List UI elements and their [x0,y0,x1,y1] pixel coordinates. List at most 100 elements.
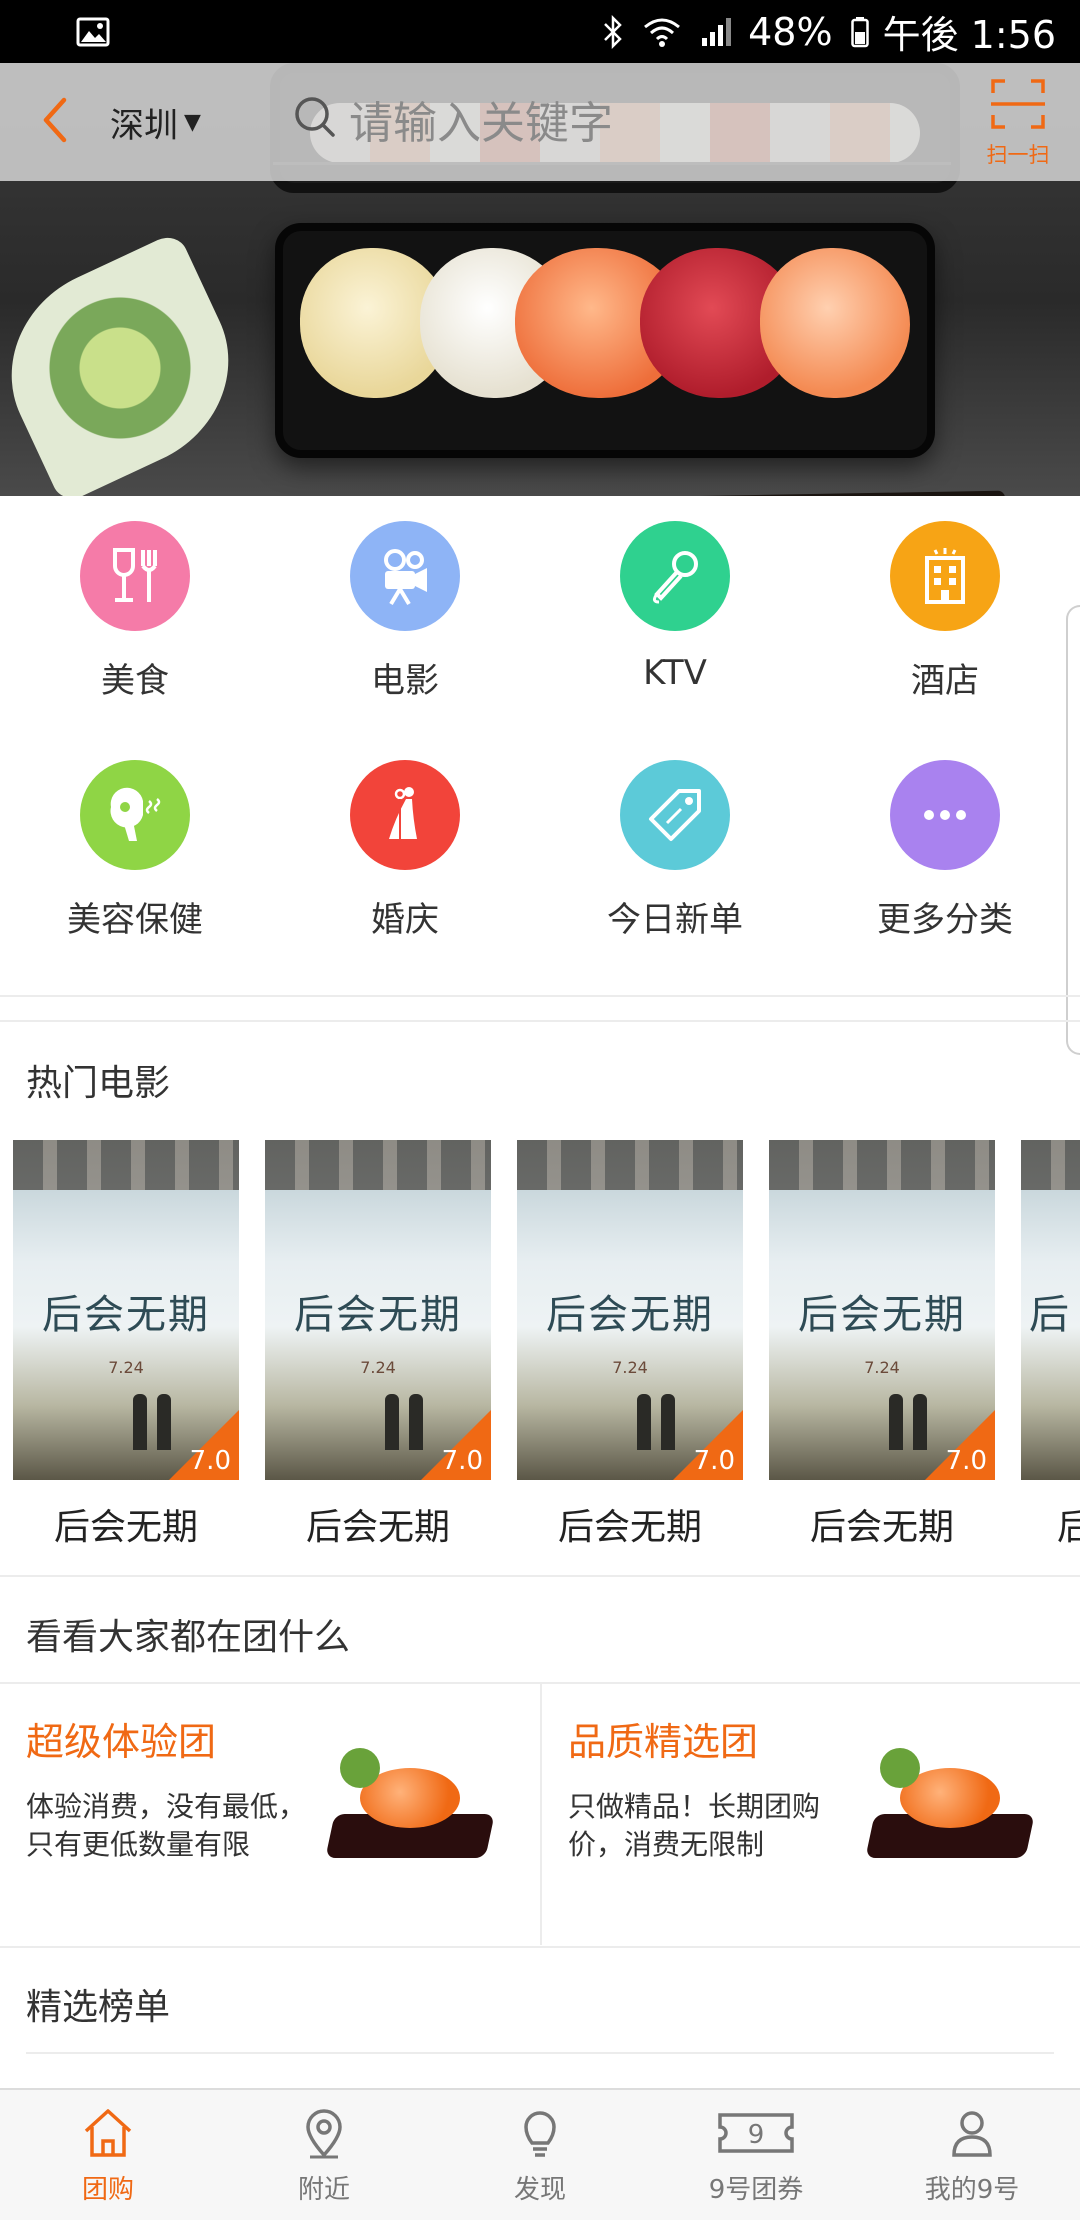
category-more[interactable]: 更多分类 [810,760,1080,941]
movie-card[interactable]: 后会无期 7.24 7.0 后会无期 [769,1140,995,1550]
battery-icon [850,16,869,48]
poster-date: 7.24 [864,1358,900,1377]
hair-dryer-icon [80,760,190,870]
sashimi-image [865,1748,1035,1858]
top-header: 深圳 ▼ 请输入关键字 扫一扫 [0,63,1080,181]
nav-label: 附近 [297,2174,350,2205]
nav-label: 发现 [513,2174,566,2205]
poster-date: 7.24 [108,1358,144,1377]
scan-icon [989,77,1047,135]
divider [26,2052,1054,2054]
caret-down-icon: ▼ [184,109,201,135]
movie-poster: 后 [1021,1140,1080,1480]
poster-title: 后会无期 [798,1292,966,1338]
clock: 午後 1:56 [882,13,1056,57]
movie-score: 7.0 [189,1446,231,1476]
city-label: 深圳 [110,105,178,146]
film-camera-icon [350,521,460,631]
category-label: KTV [643,653,707,693]
category-food[interactable]: 美食 [0,521,270,702]
poster-title: 后 [1029,1292,1071,1338]
side-drawer-handle[interactable] [1066,605,1080,1055]
movie-name: 后会无期 [305,1507,450,1548]
home-icon [80,2105,136,2165]
category-label: 婚庆 [371,900,439,940]
nav-label: 团购 [81,2174,134,2205]
movie-card[interactable]: 后 后 [1021,1140,1080,1550]
divider [0,1946,1080,1948]
category-wedding[interactable]: 婚庆 [270,760,540,941]
category-beauty[interactable]: 美容保健 [0,760,270,941]
scan-label: 扫一扫 [986,143,1050,167]
banner-image-wasabi [0,230,262,496]
wine-fork-icon [80,521,190,631]
ticket-9-icon: 9 [716,2105,796,2165]
movie-carousel[interactable]: 后会无期 7.24 7.0 后会无期 后会无期 7.24 7.0 后会无期 后会… [0,1140,1080,1560]
poster-date: 7.24 [360,1358,396,1377]
city-selector[interactable]: 深圳 ▼ [110,63,215,181]
wifi-icon [642,16,682,48]
category-movie[interactable]: 电影 [270,521,540,702]
category-ktv[interactable]: KTV [540,521,810,693]
group-cards: 超级体验团 体验消费，没有最低，只有更低数量有限 品质精选团 只做精品！长期团购… [0,1683,1080,1945]
search-input[interactable]: 请输入关键字 [273,75,951,165]
group-card-desc: 体验消费，没有最低，只有更低数量有限 [26,1790,307,1861]
category-label: 今日新单 [607,900,743,940]
nav-label: 9号团券 [708,2174,804,2205]
lightbulb-icon [512,2105,568,2165]
movie-card[interactable]: 后会无期 7.24 7.0 后会无期 [13,1140,239,1550]
search-placeholder: 请输入关键字 [349,97,613,149]
poster-title: 后会无期 [546,1292,714,1338]
more-dots-icon [890,760,1000,870]
nav-tuangou[interactable]: 团购 [0,2090,216,2220]
category-label: 酒店 [911,661,979,701]
poster-title: 后会无期 [42,1292,210,1338]
group-section-title: 看看大家都在团什么 [26,1617,351,1658]
hotel-building-icon [890,521,1000,631]
nav-label: 我的9号 [924,2174,1020,2205]
movie-poster: 后会无期 7.24 7.0 [517,1140,743,1480]
microphone-icon [620,521,730,631]
category-label: 电影 [371,661,439,701]
chevron-left-icon [40,96,70,148]
gallery-icon [76,17,110,47]
user-icon [944,2105,1000,2165]
wedding-couple-icon [350,760,460,870]
nav-nearby[interactable]: 附近 [216,2090,432,2220]
movie-poster: 后会无期 7.24 7.0 [769,1140,995,1480]
movie-card[interactable]: 后会无期 7.24 7.0 后会无期 [265,1140,491,1550]
divider [0,995,1080,997]
movie-name: 后会无期 [53,1507,198,1548]
movie-poster: 后会无期 7.24 7.0 [265,1140,491,1480]
back-button[interactable] [0,63,110,181]
nav-coupons[interactable]: 9 9号团券 [648,2090,864,2220]
location-pin-icon [296,2105,352,2165]
group-card-quality[interactable]: 品质精选团 只做精品！长期团购价，消费无限制 [540,1683,1080,1945]
movie-score: 7.0 [441,1446,483,1476]
movie-score: 7.0 [945,1446,987,1476]
movie-name: 后 [1057,1507,1080,1548]
category-new-deals[interactable]: 今日新单 [540,760,810,941]
battery-percent: 48% [748,9,833,54]
movie-name: 后会无期 [809,1507,954,1548]
movie-poster: 后会无期 7.24 7.0 [13,1140,239,1480]
signal-icon [700,16,734,48]
group-card-desc: 只做精品！长期团购价，消费无限制 [568,1790,821,1861]
hot-movies-title: 热门电影 [26,1063,171,1104]
nav-profile[interactable]: 我的9号 [864,2090,1080,2220]
poster-title: 后会无期 [294,1292,462,1338]
movie-card[interactable]: 后会无期 7.24 7.0 后会无期 [517,1140,743,1550]
price-tag-icon [620,760,730,870]
scan-button[interactable]: 扫一扫 [978,77,1058,169]
ranking-title: 精选榜单 [26,1987,171,2028]
divider [0,1020,1080,1022]
bluetooth-icon [602,14,624,49]
poster-date: 7.24 [612,1358,648,1377]
category-label: 更多分类 [877,900,1013,940]
nav-discover[interactable]: 发现 [432,2090,648,2220]
group-card-experience[interactable]: 超级体验团 体验消费，没有最低，只有更低数量有限 [0,1683,540,1945]
category-label: 美容保健 [67,900,203,940]
category-grid: 美食 电影 KTV 酒店 美容保健 婚庆 今日新单 更多分类 [0,496,1080,996]
search-icon [291,93,339,145]
category-hotel[interactable]: 酒店 [810,521,1080,702]
